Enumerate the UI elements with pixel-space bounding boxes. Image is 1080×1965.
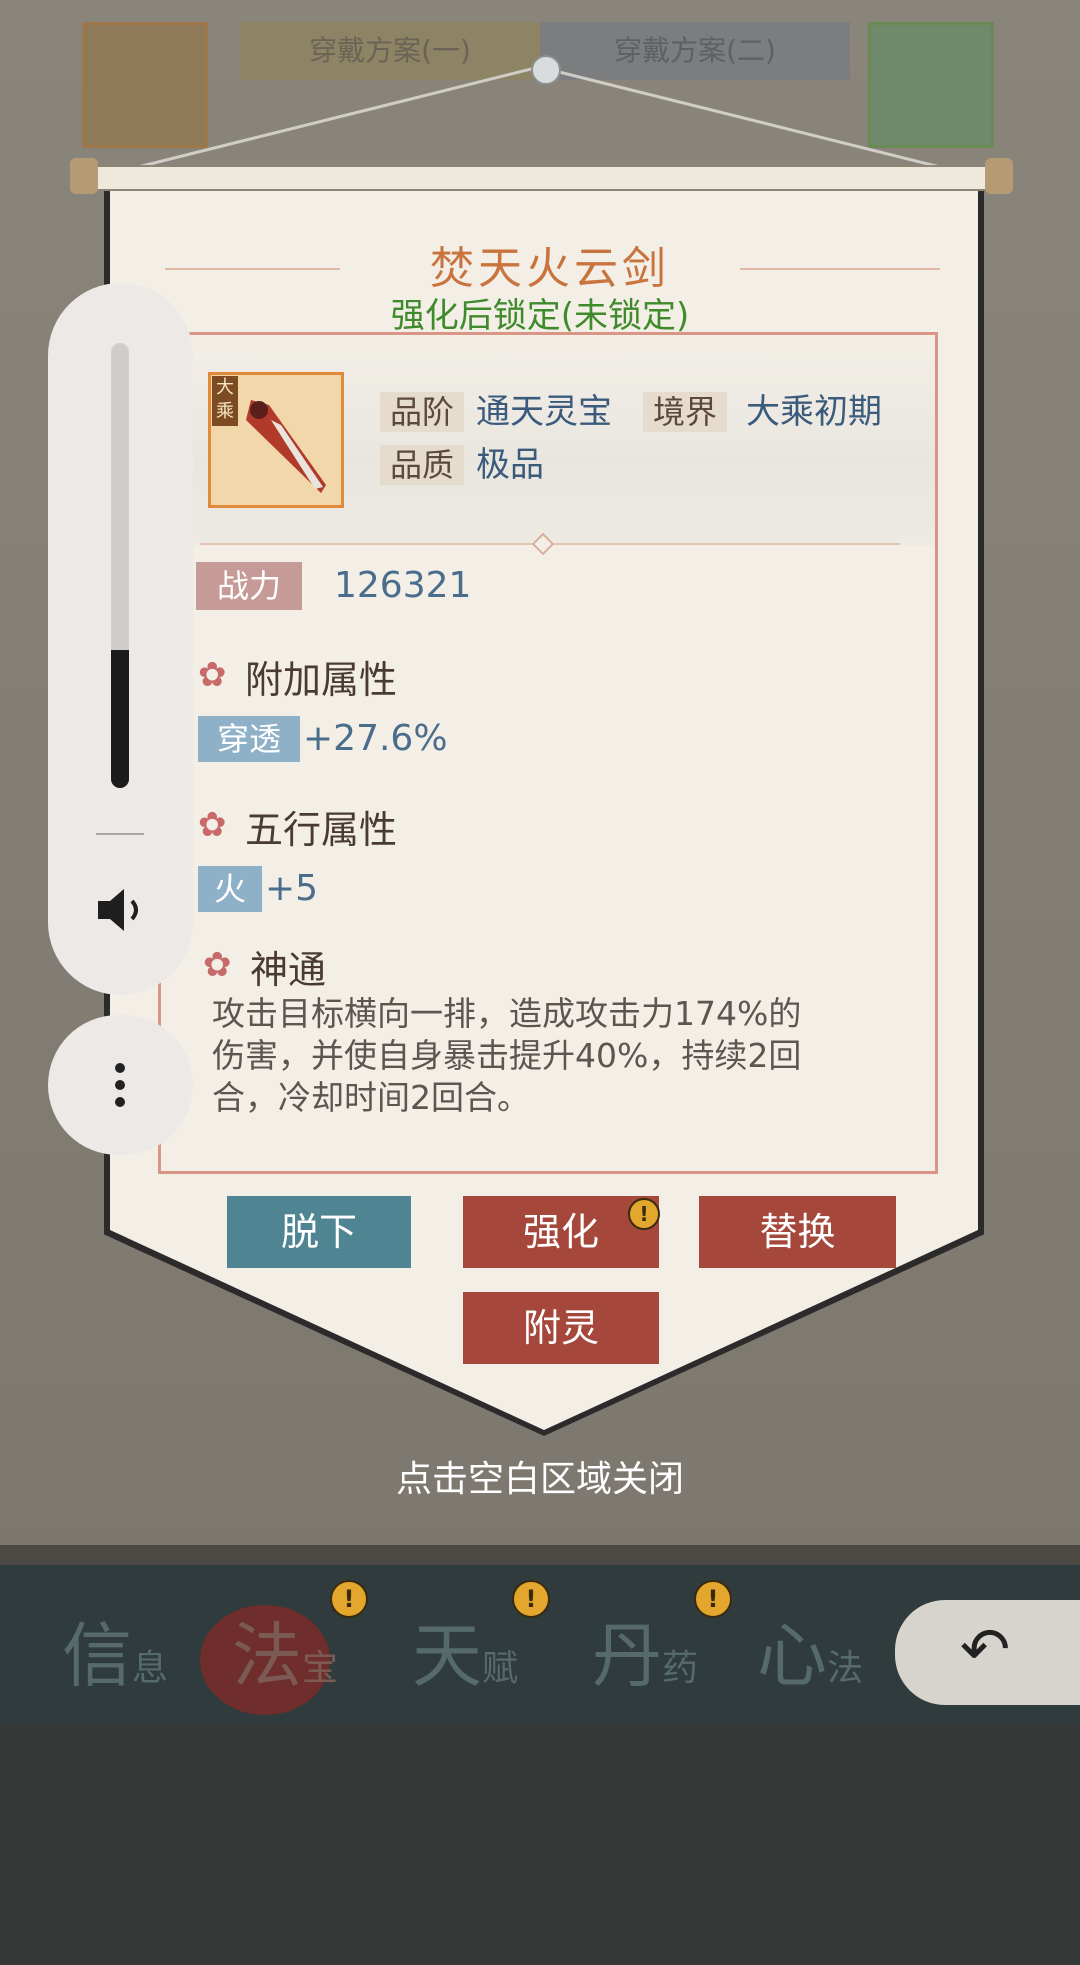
nav-tab-small-char: 赋: [481, 1648, 518, 1689]
more-dot-icon: [115, 1080, 125, 1090]
plan-tab-1[interactable]: 穿戴方案(一): [240, 22, 540, 80]
shelf-divider: [0, 1545, 1080, 1565]
element-attr-title: 五行属性: [245, 808, 398, 852]
enhance-alert-icon: !: [628, 1198, 660, 1230]
alert-badge-icon: !: [512, 1580, 550, 1618]
back-arrow-icon: ↶: [960, 1615, 1011, 1685]
skill-desc-line: 合，冷却时间2回合。: [212, 1078, 530, 1117]
skill-desc-line: 攻击目标横向一排，造成攻击力174%的: [212, 994, 802, 1033]
scroll-rod-end-right: [985, 158, 1013, 194]
nav-tab-big-char: 心: [756, 1615, 827, 1697]
volume-slider-fill: [111, 650, 129, 788]
extra-attr-name: 穿透: [198, 716, 300, 762]
flower-icon: ✿: [203, 945, 232, 985]
enchant-button[interactable]: 附灵: [463, 1292, 659, 1364]
nav-tab-treasure[interactable]: 法宝: [195, 1600, 375, 1720]
nav-tab-talent[interactable]: 天赋: [375, 1600, 555, 1720]
nav-tab-big-char: 信: [61, 1615, 132, 1697]
realm-value: 大乘初期: [746, 392, 882, 432]
nav-tab-info[interactable]: 信息: [25, 1600, 205, 1720]
element-attr-name: 火: [198, 866, 262, 912]
nav-tab-small-char: 宝: [301, 1648, 338, 1689]
nav-tab-small-char: 息: [131, 1648, 168, 1689]
more-dot-icon: [115, 1063, 125, 1073]
extra-attr-title: 附加属性: [245, 658, 398, 702]
grade-value: 通天灵宝: [476, 392, 612, 432]
extra-attr-value: +27.6%: [303, 718, 448, 759]
more-dot-icon: [115, 1097, 125, 1107]
equip-slot-accessory[interactable]: [868, 22, 994, 148]
skill-description: 攻击目标横向一排，造成攻击力174%的 伤害，并使自身暴击提升40%，持续2回 …: [212, 993, 892, 1119]
alert-badge-icon: !: [694, 1580, 732, 1618]
power-value: 126321: [334, 565, 472, 606]
bottom-landscape: [0, 1725, 1080, 1965]
flower-icon: ✿: [198, 655, 227, 695]
realm-label: 境界: [643, 392, 728, 432]
nav-tab-big-char: 丹: [591, 1615, 662, 1697]
skill-title: 神通: [250, 948, 327, 992]
element-attr-value: +5: [265, 868, 319, 909]
nav-tab-small-char: 药: [661, 1648, 698, 1689]
nav-tab-small-char: 法: [826, 1648, 863, 1689]
item-name: 焚天火云剑: [430, 243, 670, 294]
hanging-knob: [531, 55, 561, 85]
nav-tab-pill[interactable]: 丹药: [555, 1600, 735, 1720]
quality-value: 极品: [476, 445, 544, 485]
plan-tab-2[interactable]: 穿戴方案(二): [540, 22, 850, 80]
nav-tab-big-char: 法: [231, 1615, 302, 1697]
nav-tab-big-char: 天: [411, 1615, 482, 1697]
speaker-icon[interactable]: [96, 885, 146, 935]
replace-button[interactable]: 替换: [699, 1196, 896, 1268]
close-hint[interactable]: 点击空白区域关闭: [300, 1450, 780, 1502]
grade-label: 品阶: [380, 392, 465, 432]
skill-desc-line: 伤害，并使自身暴击提升40%，持续2回: [212, 1036, 802, 1075]
unequip-button[interactable]: 脱下: [227, 1196, 411, 1268]
lock-status[interactable]: 强化后锁定(未锁定): [200, 288, 880, 337]
scroll-rod-end-left: [70, 158, 98, 194]
realm-tag: 大乘: [212, 376, 238, 426]
quality-label: 品质: [380, 445, 465, 485]
flower-icon: ✿: [198, 805, 227, 845]
equip-slot-weapon[interactable]: [82, 22, 208, 148]
nav-tab-method[interactable]: 心法: [735, 1600, 885, 1720]
power-label: 战力: [196, 562, 302, 610]
volume-divider: [96, 833, 144, 835]
alert-badge-icon: !: [330, 1580, 368, 1618]
scroll-rod: [75, 165, 1014, 191]
